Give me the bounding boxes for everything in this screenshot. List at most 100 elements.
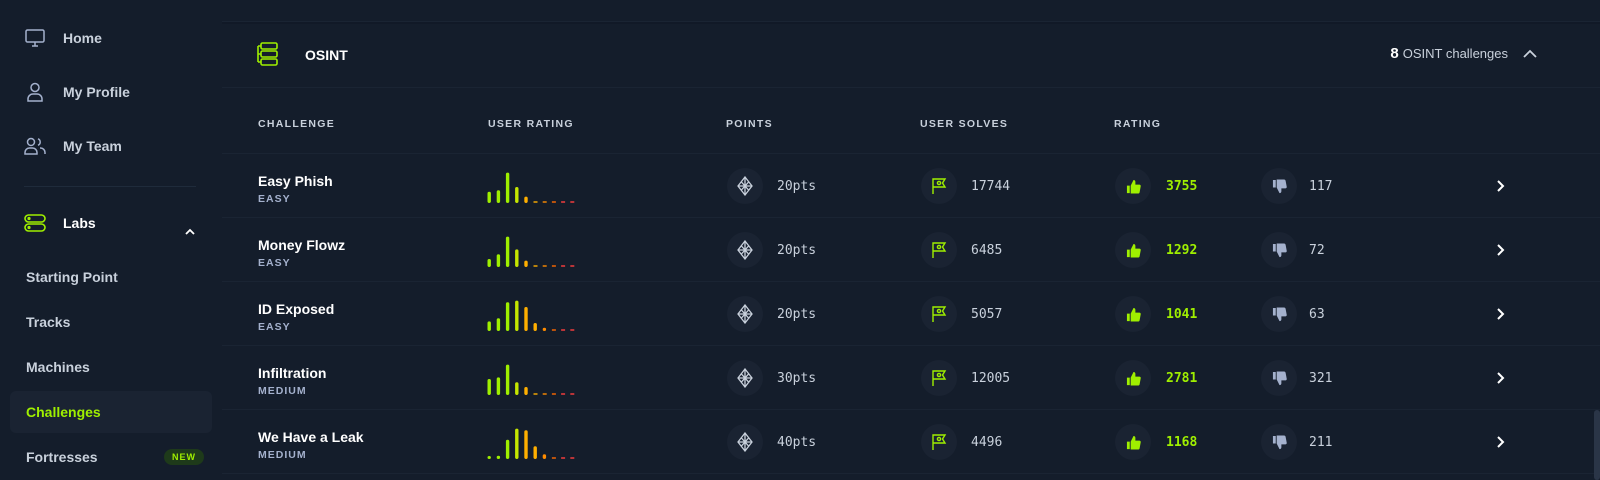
column-header-user-rating[interactable]: USER RATING — [488, 118, 574, 130]
rating-bar — [496, 455, 501, 459]
dislikes-value: 321 — [1309, 371, 1333, 386]
table-row[interactable]: We Have a Leak MEDIUM 40pts 4496 1168 211 — [222, 410, 1600, 474]
rating-bar — [542, 327, 547, 331]
rating-bar — [487, 259, 491, 267]
user-rating-chart — [487, 236, 575, 267]
challenge-count-label: OSINT challenges — [1402, 46, 1508, 61]
table-header: CHALLENGE USER RATING POINTS USER SOLVES… — [222, 88, 1600, 154]
rating-bar — [515, 187, 519, 203]
column-header-challenge[interactable]: CHALLENGE — [258, 118, 335, 130]
challenge-count-number: 8 — [1390, 45, 1399, 62]
chevron-right-icon[interactable] — [1492, 434, 1508, 450]
rating-bar — [487, 321, 491, 331]
sidebar-item-challenges[interactable]: Challenges — [10, 391, 212, 433]
sidebar: Home My Profile My Team Labs Starting Po… — [0, 0, 222, 480]
previous-section-panel — [222, 0, 1600, 22]
rating-bar — [496, 318, 501, 331]
chevron-right-icon[interactable] — [1492, 370, 1508, 386]
thumbs-up-icon[interactable] — [1115, 168, 1151, 204]
likes-value: 1292 — [1166, 243, 1198, 258]
thumbs-up-icon[interactable] — [1115, 360, 1151, 396]
user-rating-chart — [487, 364, 575, 395]
thumbs-up-icon[interactable] — [1115, 424, 1151, 460]
challenge-name[interactable]: ID Exposed — [258, 301, 334, 317]
points-icon — [727, 168, 763, 204]
thumbs-down-icon[interactable] — [1261, 296, 1297, 332]
challenge-name[interactable]: We Have a Leak — [258, 429, 364, 445]
thumbs-down-icon[interactable] — [1261, 424, 1297, 460]
sidebar-item-machines[interactable]: Machines — [10, 346, 212, 388]
collapse-button[interactable] — [1520, 44, 1540, 64]
flag-icon — [921, 232, 957, 268]
main-content: OSINT 8 OSINT challenges CHALLENGE USER R… — [222, 0, 1600, 480]
challenge-name[interactable]: Easy Phish — [258, 173, 333, 189]
rating-bar — [487, 191, 491, 203]
nav-labs-label: Labs — [63, 215, 96, 231]
thumbs-down-icon[interactable] — [1261, 168, 1297, 204]
chevron-up-icon — [1523, 49, 1537, 58]
rating-bar — [496, 254, 501, 267]
points-value: 30pts — [777, 371, 817, 386]
rating-bar — [505, 236, 510, 267]
section-header[interactable]: OSINT 8 OSINT challenges — [222, 24, 1600, 88]
labs-icon — [24, 212, 46, 234]
points-value: 20pts — [777, 307, 817, 322]
thumbs-down-icon[interactable] — [1261, 360, 1297, 396]
table-row[interactable]: Infiltration MEDIUM 30pts 12005 2781 321 — [222, 346, 1600, 410]
challenge-name[interactable]: Money Flowz — [258, 237, 345, 253]
challenge-name[interactable]: Infiltration — [258, 365, 326, 381]
thumbs-up-icon[interactable] — [1115, 296, 1151, 332]
rating-bar — [515, 249, 519, 267]
thumbs-down-icon[interactable] — [1261, 232, 1297, 268]
column-header-user-solves[interactable]: USER SOLVES — [920, 118, 1008, 130]
table-row[interactable]: ID Exposed EASY 20pts 5057 1041 63 — [222, 282, 1600, 346]
nav-my-team[interactable]: My Team — [0, 124, 222, 168]
rating-bar — [496, 190, 501, 203]
sidebar-item-tracks[interactable]: Tracks — [10, 301, 212, 343]
table-row[interactable]: Money Flowz EASY 20pts 6485 1292 72 — [222, 218, 1600, 282]
column-header-rating[interactable]: RATING — [1114, 118, 1161, 130]
likes-value: 3755 — [1166, 179, 1198, 194]
nav-my-profile[interactable]: My Profile — [0, 70, 222, 114]
rating-bar — [524, 387, 528, 395]
scrollbar[interactable] — [1594, 410, 1600, 480]
table-row[interactable]: Easy Phish EASY 20pts 17744 3755 117 — [222, 154, 1600, 218]
rating-bar — [515, 382, 519, 395]
rating-bar — [542, 454, 547, 459]
solves-value: 6485 — [971, 243, 1003, 258]
sidebar-item-label: Fortresses — [26, 449, 98, 465]
flag-icon — [921, 296, 957, 332]
sidebar-divider — [24, 186, 196, 187]
sidebar-item-starting-point[interactable]: Starting Point — [10, 256, 212, 298]
sidebar-item-label: Tracks — [26, 314, 71, 330]
user-rating-chart — [487, 172, 575, 203]
nav-my-profile-label: My Profile — [63, 84, 130, 100]
likes-value: 1168 — [1166, 435, 1198, 450]
chevron-right-icon[interactable] — [1492, 306, 1508, 322]
chevron-up-icon[interactable] — [185, 222, 195, 240]
challenge-count: 8 OSINT challenges — [1390, 45, 1508, 62]
team-icon — [24, 135, 46, 157]
nav-home-label: Home — [63, 30, 102, 46]
rating-bar — [524, 260, 528, 267]
solves-value: 5057 — [971, 307, 1003, 322]
sidebar-item-fortresses[interactable]: Fortresses NEW — [10, 436, 212, 478]
monitor-icon — [24, 27, 46, 49]
challenge-difficulty: EASY — [258, 193, 291, 205]
section-title: OSINT — [305, 47, 348, 63]
chevron-right-icon[interactable] — [1492, 242, 1508, 258]
points-icon — [727, 232, 763, 268]
rating-bar — [515, 428, 519, 459]
column-header-points[interactable]: POINTS — [726, 118, 773, 130]
flag-icon — [921, 424, 957, 460]
nav-home[interactable]: Home — [0, 16, 222, 60]
flag-icon — [921, 168, 957, 204]
points-value: 40pts — [777, 435, 817, 450]
likes-value: 2781 — [1166, 371, 1198, 386]
sidebar-item-label: Machines — [26, 359, 90, 375]
rating-bar — [487, 456, 491, 459]
user-rating-chart — [487, 428, 575, 459]
nav-my-team-label: My Team — [63, 138, 122, 154]
chevron-right-icon[interactable] — [1492, 178, 1508, 194]
thumbs-up-icon[interactable] — [1115, 232, 1151, 268]
